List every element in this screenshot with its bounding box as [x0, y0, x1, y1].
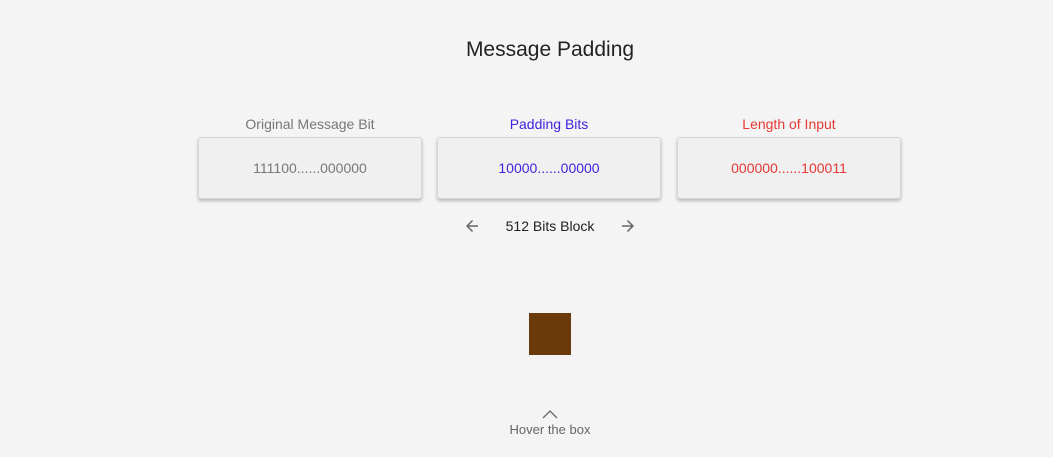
padding-bits-section: Padding Bits 10000......00000	[437, 115, 661, 199]
length-of-input-card[interactable]: 000000......100011	[677, 137, 901, 199]
arrow-left-icon[interactable]	[460, 214, 484, 238]
length-of-input-label: Length of Input	[742, 116, 836, 132]
block-navigator: 512 Bits Block	[460, 214, 640, 238]
hover-hint: Hover the box	[0, 408, 1053, 437]
hover-hint-text: Hover the box	[509, 422, 591, 437]
padding-bits-label: Padding Bits	[509, 116, 589, 132]
length-of-input-section: Length of Input 000000......100011	[677, 115, 901, 199]
chevron-up-icon	[542, 410, 558, 419]
hover-box[interactable]	[529, 313, 571, 355]
page-title: Message Padding	[465, 38, 635, 61]
original-message-label: Original Message Bit	[245, 116, 375, 132]
original-message-section: Original Message Bit 111100......000000	[198, 115, 422, 199]
original-message-card[interactable]: 111100......000000	[198, 137, 422, 199]
block-label: 512 Bits Block	[505, 218, 595, 234]
padding-bits-card[interactable]: 10000......00000	[437, 137, 661, 199]
arrow-right-icon[interactable]	[616, 214, 640, 238]
